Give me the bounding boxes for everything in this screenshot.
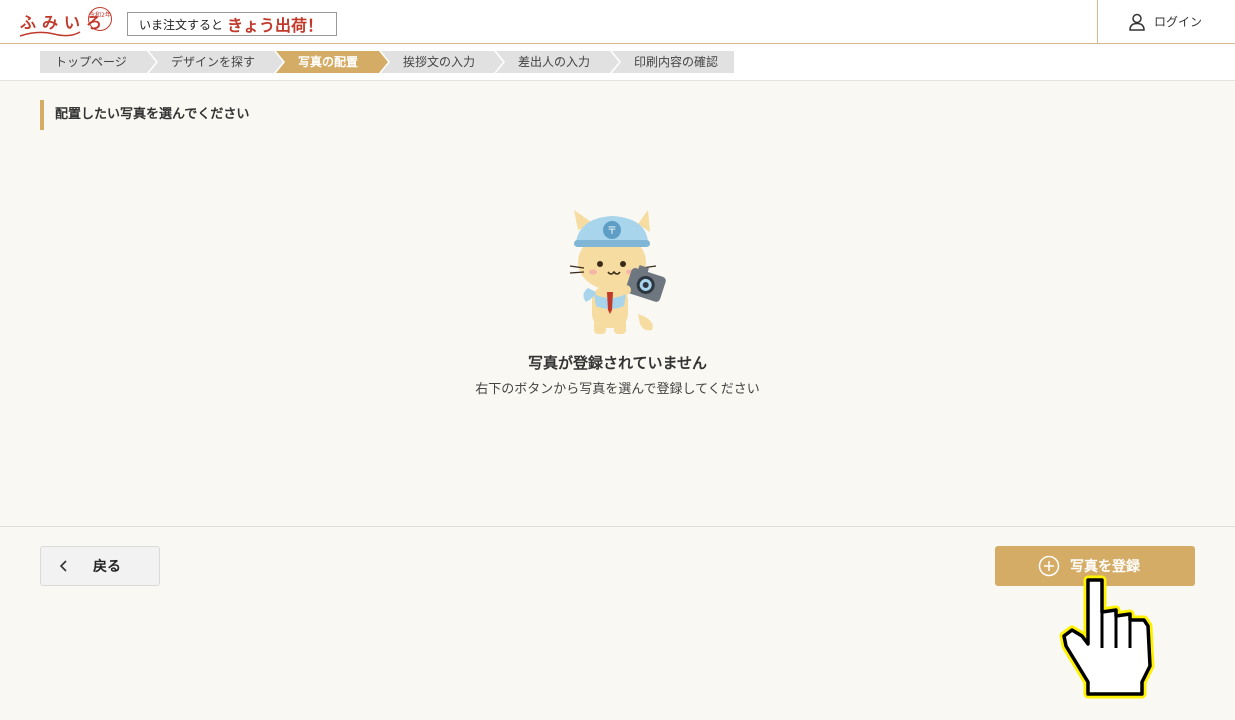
logo-seal-icon: 令和2年 bbox=[88, 7, 112, 31]
step-photo-placement[interactable]: 写真の配置 bbox=[276, 51, 390, 73]
same-day-shipping-banner: いま注文すると きょう出荷！ bbox=[127, 12, 337, 36]
promo-big-text: きょう出荷！ bbox=[227, 16, 324, 35]
login-button[interactable]: ログイン bbox=[1097, 0, 1235, 43]
step-label: 挨拶文の入力 bbox=[403, 55, 476, 69]
plus-circle-icon bbox=[1038, 555, 1060, 577]
empty-state-subtitle: 右下のボタンから写真を選んで登録してください bbox=[475, 382, 760, 397]
step-label: トップページ bbox=[55, 55, 127, 69]
step-label: 印刷内容の確認 bbox=[634, 55, 719, 69]
back-button[interactable]: 戻る bbox=[40, 546, 160, 586]
footer-divider bbox=[0, 526, 1235, 527]
site-header: ふみいろ 令和2年 いま注文すると きょう出荷！ ログイン bbox=[0, 0, 1235, 44]
step-greeting-input[interactable]: 挨拶文の入力 bbox=[381, 51, 505, 73]
step-top-page[interactable]: トップページ bbox=[40, 51, 158, 73]
user-icon bbox=[1129, 13, 1145, 31]
back-label: 戻る bbox=[93, 559, 121, 575]
step-label: 写真の配置 bbox=[298, 55, 359, 69]
chevron-left-icon bbox=[59, 560, 67, 572]
cat-mascot-illustration: 〒 bbox=[569, 210, 666, 334]
hand-pointer-icon bbox=[1059, 575, 1155, 699]
step-label: 差出人の入力 bbox=[518, 55, 591, 69]
step-find-design[interactable]: デザインを探す bbox=[149, 51, 285, 73]
page-title: 配置したい写真を選んでください bbox=[40, 100, 249, 130]
order-steps-bar: トップページ デザインを探す 写真の配置 挨拶文の入力 差出人の入力 印刷内容の… bbox=[0, 44, 1235, 81]
register-photo-label: 写真を登録 bbox=[1070, 559, 1140, 575]
logo-swoosh-icon bbox=[19, 31, 81, 37]
fumiiro-logo[interactable]: ふみいろ 令和2年 bbox=[18, 5, 114, 39]
promo-small-text: いま注文すると bbox=[139, 17, 224, 32]
empty-state-title: 写真が登録されていません bbox=[527, 354, 708, 372]
step-label: デザインを探す bbox=[171, 55, 256, 69]
breadcrumb: トップページ デザインを探す 写真の配置 挨拶文の入力 差出人の入力 印刷内容の… bbox=[40, 51, 736, 73]
svg-text:〒: 〒 bbox=[607, 226, 617, 237]
step-sender-input[interactable]: 差出人の入力 bbox=[496, 51, 621, 73]
step-print-confirmation[interactable]: 印刷内容の確認 bbox=[612, 51, 734, 73]
login-label: ログイン bbox=[1154, 15, 1203, 29]
logo-seal-text: 令和2年 bbox=[89, 12, 111, 19]
